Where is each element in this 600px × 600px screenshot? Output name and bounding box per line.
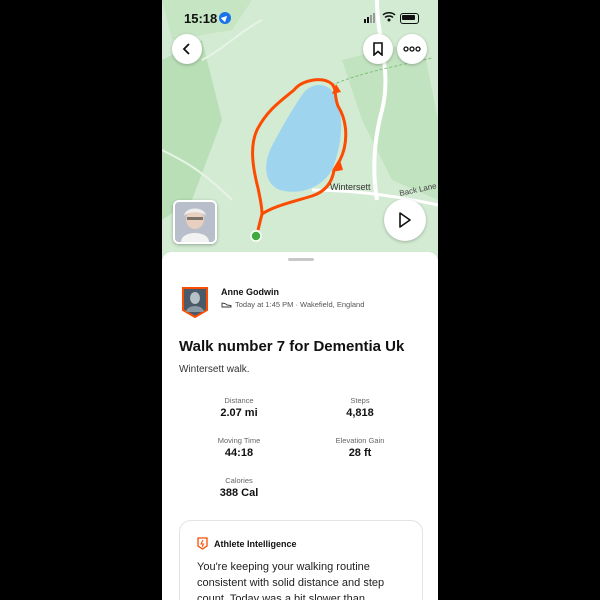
activity-title: Walk number 7 for Dementia Uk bbox=[179, 338, 405, 355]
stat-label-steps: Steps bbox=[350, 396, 370, 405]
more-button[interactable] bbox=[397, 34, 427, 64]
stat-label-elevation-gain: Elevation Gain bbox=[335, 436, 385, 445]
play-icon bbox=[399, 212, 411, 228]
person-photo-icon bbox=[175, 202, 215, 242]
play-flyover-button[interactable] bbox=[384, 199, 426, 241]
back-icon bbox=[182, 43, 190, 55]
activity-sheet: Anne Godwin Today at 1:45 PM · Wakefield… bbox=[162, 252, 438, 600]
wifi-icon bbox=[382, 11, 396, 25]
stat-label-distance: Distance bbox=[224, 396, 254, 405]
more-icon bbox=[403, 46, 421, 52]
athlete-name[interactable]: Anne Godwin bbox=[221, 287, 279, 297]
activity-description: Wintersett walk. bbox=[179, 364, 250, 375]
bookmark-icon bbox=[373, 42, 383, 56]
athlete-intelligence-title: Athlete Intelligence bbox=[214, 539, 297, 549]
battery-icon bbox=[400, 13, 419, 24]
back-button[interactable] bbox=[172, 34, 202, 64]
sheet-drag-handle[interactable] bbox=[288, 258, 314, 261]
status-time: 15:18 bbox=[184, 11, 218, 26]
stat-label-moving-time: Moving Time bbox=[217, 436, 261, 445]
activity-meta-text: Today at 1:45 PM · Wakefield, England bbox=[235, 300, 365, 309]
start-marker bbox=[250, 230, 262, 242]
map-label-wintersett: Wintersett bbox=[330, 182, 371, 192]
location-icon bbox=[219, 12, 231, 24]
stat-value-distance: 2.07 mi bbox=[220, 407, 258, 419]
shoe-icon bbox=[221, 302, 232, 308]
signal-icon bbox=[364, 13, 378, 23]
phone-screen: Wintersett Back Lane 15:18 Anne Godwin T… bbox=[162, 0, 438, 600]
stat-value-steps: 4,818 bbox=[346, 407, 374, 419]
athlete-avatar[interactable] bbox=[181, 286, 209, 319]
bookmark-button[interactable] bbox=[363, 34, 393, 64]
athlete-intelligence-card[interactable]: Athlete Intelligence You're keeping your… bbox=[179, 520, 423, 600]
activity-photo-thumbnail[interactable] bbox=[173, 200, 217, 244]
stat-value-elevation-gain: 28 ft bbox=[348, 447, 372, 459]
activity-meta: Today at 1:45 PM · Wakefield, England bbox=[221, 300, 364, 309]
status-bar: 15:18 bbox=[162, 0, 438, 34]
stat-label-calories: Calories bbox=[225, 476, 253, 485]
athlete-intelligence-icon bbox=[197, 537, 208, 550]
athlete-intelligence-text: You're keeping your walking routine cons… bbox=[197, 561, 385, 600]
stat-value-calories: 388 Cal bbox=[219, 487, 259, 499]
stat-value-moving-time: 44:18 bbox=[224, 447, 254, 459]
